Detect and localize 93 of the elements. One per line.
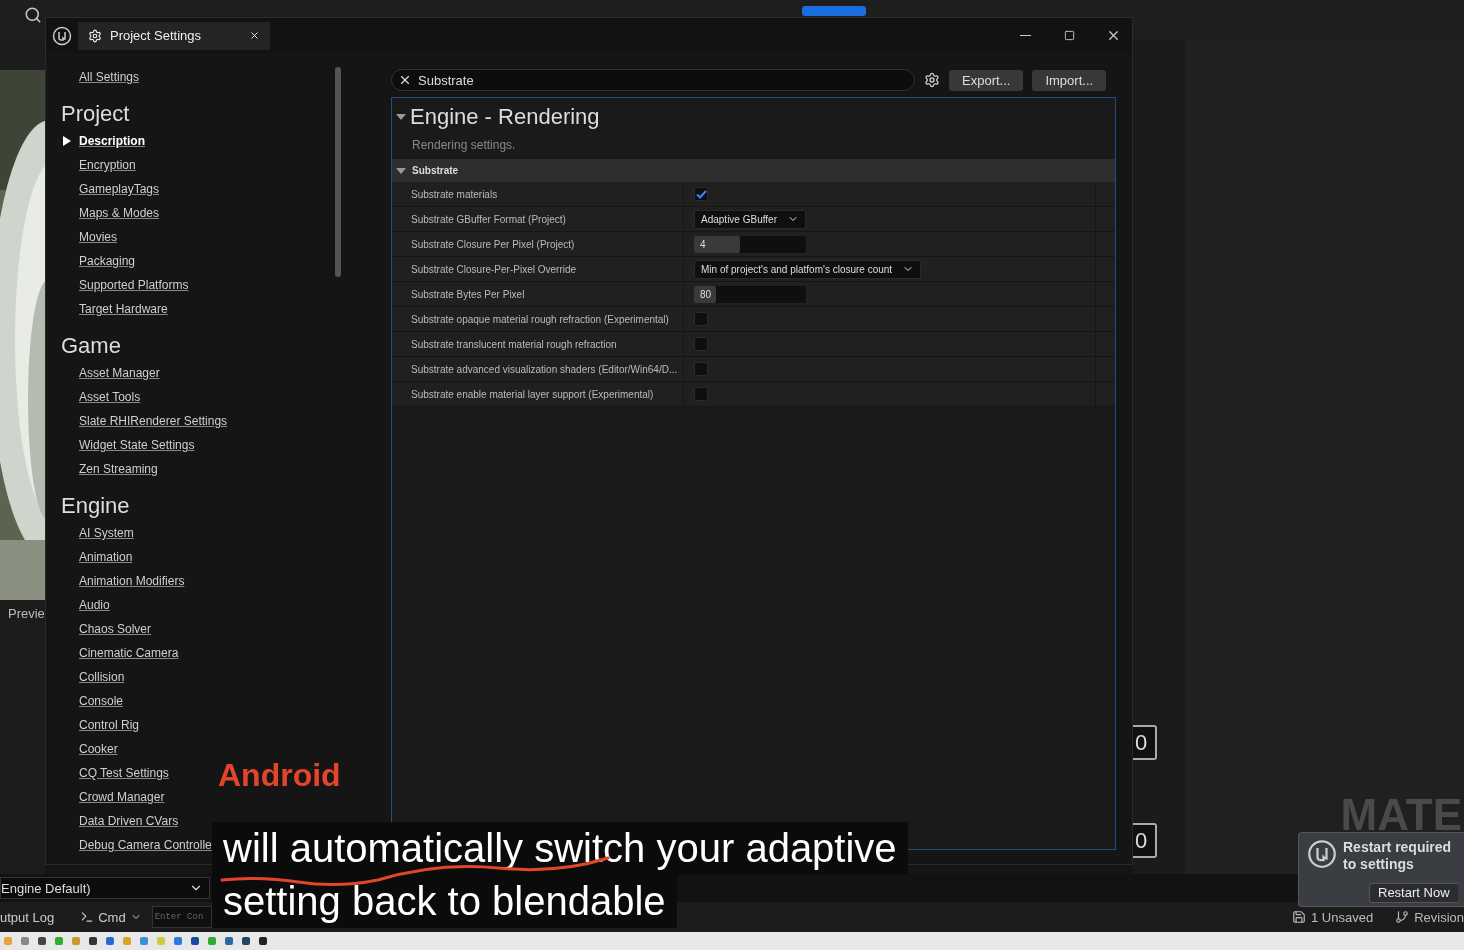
nav-link[interactable]: Slate RHIRenderer Settings xyxy=(79,409,228,433)
number-field[interactable]: 0 xyxy=(1133,823,1157,858)
settings-icon[interactable] xyxy=(924,72,940,88)
nav-link[interactable]: CQ Test Settings xyxy=(79,761,169,785)
search-text: Substrate xyxy=(418,72,475,88)
nav-link[interactable]: Maps & Modes xyxy=(79,201,160,225)
nav-link[interactable]: Cooker xyxy=(79,737,118,761)
setting-label: Substrate opaque material rough refraction (Experimental) xyxy=(410,313,670,325)
annotation-text: Android xyxy=(218,757,341,794)
unsaved-status[interactable]: 1 Unsaved xyxy=(1292,909,1374,925)
dropdown[interactable]: Engine Default) xyxy=(0,877,210,899)
revision-control-status[interactable]: Revision xyxy=(1395,909,1464,925)
app-icon[interactable] xyxy=(89,937,97,945)
nav-link[interactable]: Data Driven CVars xyxy=(79,809,179,833)
dropdown[interactable]: Min of project's and platfom's closure count xyxy=(694,259,922,279)
setting-label: Substrate Closure-Per-Pixel Override xyxy=(410,263,578,275)
nav-link[interactable]: Chaos Solver xyxy=(79,617,152,641)
number-field[interactable]: 80 xyxy=(694,285,806,303)
nav-link[interactable]: Movies xyxy=(79,225,117,249)
category-title: Engine - Rendering xyxy=(410,104,600,130)
toolbar-button[interactable]: Import... xyxy=(1032,69,1107,91)
engine-logo-icon xyxy=(52,25,72,46)
setting-label: Substrate enable material layer support (Experimental) xyxy=(410,388,655,400)
nav-link[interactable]: Description xyxy=(63,129,145,153)
app-icon[interactable] xyxy=(242,937,250,945)
minimize-icon xyxy=(1019,34,1031,37)
checkbox[interactable] xyxy=(694,362,708,376)
checkbox[interactable] xyxy=(694,387,708,401)
nav-link[interactable]: Cinematic Camera xyxy=(79,641,179,665)
nav-link[interactable]: Control Rig xyxy=(79,713,140,737)
console-input[interactable]: Enter Con xyxy=(151,906,212,928)
nav-link[interactable]: Target Hardware xyxy=(79,297,168,321)
nav-link[interactable]: AI System xyxy=(79,521,134,545)
cmd-button[interactable]: Cmd xyxy=(76,909,146,925)
number-field[interactable]: 4 xyxy=(694,235,806,253)
nav-link[interactable]: Encryption xyxy=(79,153,136,177)
window-tab[interactable]: Project Settings xyxy=(78,21,270,50)
search-field[interactable]: Substrate xyxy=(391,69,915,91)
output-log-tab[interactable]: utput Log xyxy=(0,909,55,925)
restart-button[interactable]: Restart Now xyxy=(1369,882,1458,903)
close-icon[interactable] xyxy=(249,30,260,41)
setting-label: Substrate advanced visualization shaders (Editor/Win64/D... xyxy=(410,363,679,375)
nav-link[interactable]: All Settings xyxy=(79,65,140,89)
checkbox[interactable] xyxy=(694,312,708,326)
nav-link[interactable]: Packaging xyxy=(79,249,136,273)
check-icon xyxy=(695,189,707,199)
nav-link[interactable]: Crowd Manager xyxy=(79,785,165,809)
section-heading: Engine xyxy=(60,492,131,520)
section-heading: Game xyxy=(60,332,122,360)
nav-link[interactable]: Animation xyxy=(79,545,133,569)
nav-link[interactable]: Zen Streaming xyxy=(79,457,158,481)
toolbar-button[interactable]: Export... xyxy=(949,69,1024,91)
setting-label: Substrate translucent material rough refraction xyxy=(410,338,618,350)
nav-link[interactable]: Audio xyxy=(79,593,110,617)
app-icon[interactable] xyxy=(259,937,267,945)
branch-icon xyxy=(1395,910,1410,924)
triangle-down-icon[interactable] xyxy=(396,114,406,120)
number-value: 4 xyxy=(699,238,706,250)
save-icon xyxy=(1292,910,1306,924)
notification-message: Restart required to settings xyxy=(1343,839,1453,874)
checkbox[interactable] xyxy=(694,187,708,201)
nav-link[interactable]: Debug Camera Controlle xyxy=(79,833,212,857)
preview-label: Previe xyxy=(7,605,45,621)
nav-link[interactable]: Collision xyxy=(79,665,125,689)
terminal-icon xyxy=(80,910,95,924)
app-icon[interactable] xyxy=(225,937,233,945)
settings-icon xyxy=(88,28,102,43)
checkbox[interactable] xyxy=(694,337,708,351)
scrollbar[interactable] xyxy=(335,67,341,277)
setting-label: Substrate Closure Per Pixel (Project) xyxy=(410,238,576,250)
number-value: 80 xyxy=(699,288,712,300)
nav-link[interactable]: Console xyxy=(79,689,124,713)
nav-link[interactable]: Widget State Settings xyxy=(79,433,195,457)
app-icon[interactable] xyxy=(38,937,46,945)
category-description: Rendering settings. xyxy=(411,137,517,154)
nav-link[interactable]: Asset Manager xyxy=(79,361,160,385)
setting-label: Substrate materials xyxy=(410,188,499,200)
dropdown[interactable]: Adaptive GBuffer xyxy=(694,209,806,229)
app-icon[interactable] xyxy=(191,937,199,945)
section-heading: Project xyxy=(60,100,131,128)
setting-label: Substrate GBuffer Format (Project) xyxy=(410,213,567,225)
clear-icon[interactable] xyxy=(398,73,412,87)
setting-label: Substrate Bytes Per Pixel xyxy=(410,288,526,300)
triangle-right-icon xyxy=(63,136,71,146)
nav-link[interactable]: Animation Modifiers xyxy=(79,569,185,593)
nav-link[interactable]: Asset Tools xyxy=(79,385,141,409)
number-field[interactable]: 0 xyxy=(1133,725,1157,760)
engine-logo-icon xyxy=(1307,839,1337,869)
group-header[interactable]: Substrate xyxy=(392,159,1115,182)
nav-link[interactable]: GameplayTags xyxy=(79,177,160,201)
search-icon[interactable] xyxy=(24,6,42,24)
nav-link[interactable]: Supported Platforms xyxy=(79,273,189,297)
maximize-icon xyxy=(1063,30,1075,41)
